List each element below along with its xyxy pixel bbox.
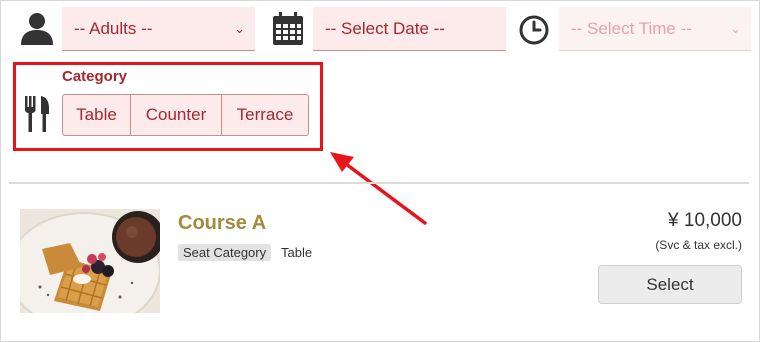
seat-category-value: Table: [281, 245, 313, 260]
seat-category-tag: Seat Category: [178, 244, 272, 261]
price-note: (Svc & tax excl.): [655, 238, 742, 252]
highlight-box: [13, 62, 323, 151]
chevron-down-icon: ⌄: [234, 21, 245, 36]
calendar-icon: [273, 12, 303, 45]
select-course-button[interactable]: Select: [598, 265, 742, 304]
adults-select-value: -- Adults --: [74, 19, 153, 38]
course-image: [20, 209, 160, 313]
clock-icon: [519, 15, 549, 45]
annotation-arrow: [330, 152, 427, 225]
adults-select[interactable]: -- Adults -- ⌄: [62, 7, 255, 51]
chevron-down-icon: ⌄: [730, 21, 741, 36]
section-divider: [9, 182, 749, 184]
waffle-with-berries-photo: [20, 209, 160, 313]
date-select-value: -- Select Date --: [325, 19, 445, 38]
date-select[interactable]: -- Select Date --: [313, 7, 506, 51]
course-price: ¥ 10,000: [668, 210, 742, 231]
person-icon: [21, 13, 53, 45]
time-select-value: -- Select Time --: [571, 19, 692, 38]
course-title: Course A: [178, 212, 267, 234]
time-select[interactable]: -- Select Time -- ⌄: [559, 7, 751, 51]
